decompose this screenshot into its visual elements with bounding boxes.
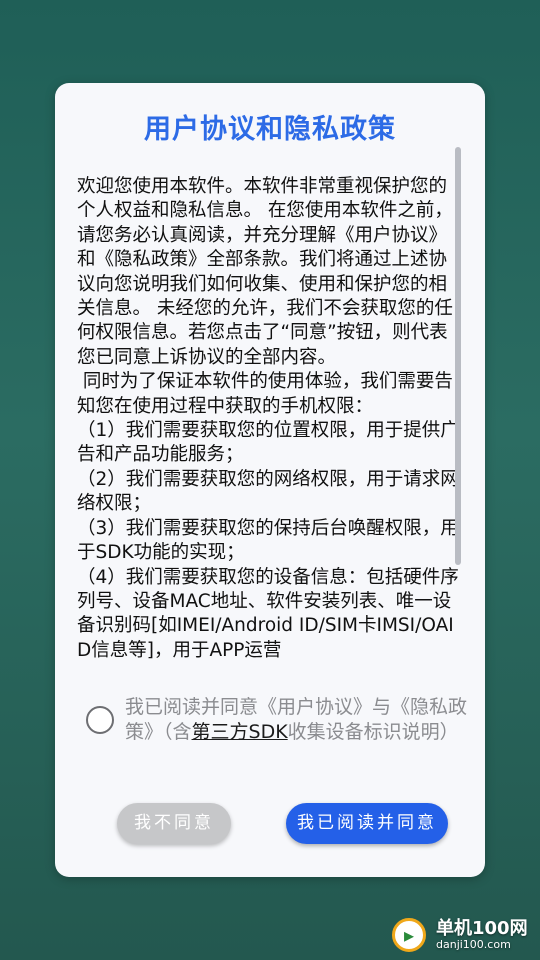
agree-button[interactable]: 我已阅读并同意 — [286, 803, 448, 844]
privacy-dialog: 用户协议和隐私政策 欢迎您使用本软件。本软件非常重视保护您的个人权益和隐私信息。… — [55, 83, 485, 877]
agreement-suffix: 收集设备标识说明） — [287, 720, 459, 743]
content-paragraph: （2）我们需要获取您的网络权限，用于请求网络权限； — [77, 468, 459, 515]
agreement-checkbox-row[interactable]: 我已阅读并同意《用户协议》与《隐私政策》（含第三方SDK收集设备标识说明） — [83, 695, 473, 775]
agreement-content[interactable]: 欢迎您使用本软件。本软件非常重视保护您的个人权益和隐私信息。 在您使用本软件之前… — [77, 175, 459, 750]
content-paragraph: （3）我们需要获取您的保持后台唤醒权限，用于SDK功能的实现； — [77, 517, 459, 564]
third-party-sdk-link[interactable]: 第三方SDK — [192, 721, 288, 743]
content-paragraph: （1）我们需要获取您的位置权限，用于提供广告和产品功能服务； — [77, 420, 459, 466]
dialog-title: 用户协议和隐私政策 — [144, 114, 396, 145]
watermark-url: danji100.com — [436, 938, 511, 951]
play-icon: ▸ — [392, 918, 426, 952]
disagree-button[interactable]: 我不同意 — [117, 803, 231, 844]
agreement-label: 我已阅读并同意《用户协议》与《隐私政策》（含第三方SDK收集设备标识说明） — [125, 695, 473, 744]
agree-radio[interactable] — [86, 706, 114, 734]
scrollbar-thumb[interactable] — [455, 147, 461, 565]
content-paragraph: 同时为了保证本软件的使用体验，我们需要告知您在使用过程中获取的手机权限： — [77, 371, 453, 417]
content-paragraph: （4）我们需要获取您的设备信息：包括硬件序列号、设备MAC地址、软件安装列表、唯… — [77, 566, 459, 661]
content-scrollbar[interactable] — [453, 145, 463, 565]
watermark-name: 单机100网 — [436, 918, 528, 939]
content-paragraph: 欢迎您使用本软件。本软件非常重视保护您的个人权益和隐私信息。 在您使用本软件之前… — [77, 176, 453, 368]
site-watermark: ▸ 单机100网 danji100.com — [388, 908, 540, 958]
